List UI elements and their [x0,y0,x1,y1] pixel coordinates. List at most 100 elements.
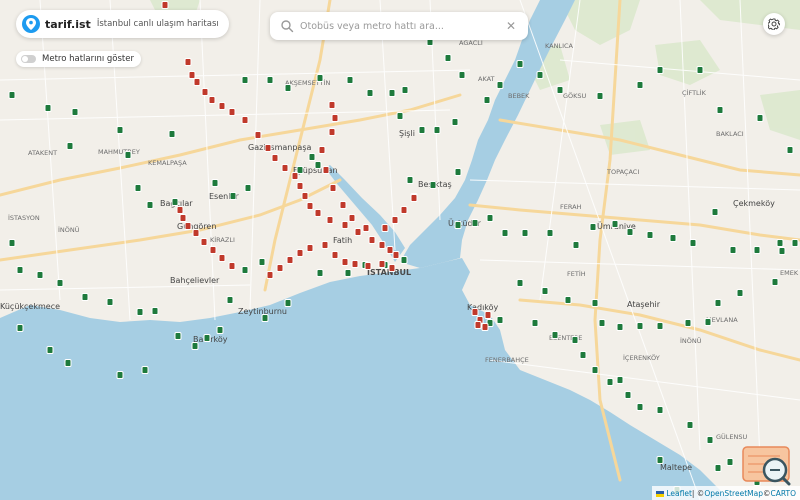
bus-icon[interactable] [244,184,252,192]
bus-icon[interactable] [776,239,784,247]
bus-icon[interactable] [174,332,182,340]
bus-icon[interactable] [191,342,199,350]
bus-icon[interactable] [716,106,724,114]
brand-name[interactable]: tarif.ist [45,18,91,31]
bus-icon[interactable] [771,278,779,286]
bus-icon[interactable] [146,201,154,209]
bus-icon[interactable] [541,287,549,295]
tram-icon[interactable] [368,236,376,244]
bus-icon[interactable] [458,71,466,79]
tram-icon[interactable] [388,264,396,272]
bus-icon[interactable] [266,76,274,84]
bus-icon[interactable] [636,322,644,330]
tram-icon[interactable] [296,182,304,190]
bus-icon[interactable] [572,241,580,249]
bus-icon[interactable] [226,296,234,304]
tram-icon[interactable] [228,108,236,116]
tram-icon[interactable] [192,229,200,237]
tram-icon[interactable] [271,154,279,162]
bus-icon[interactable] [753,246,761,254]
bus-icon[interactable] [791,239,799,247]
tram-icon[interactable] [228,262,236,270]
bus-icon[interactable] [786,146,794,154]
leaflet-link[interactable]: Leaflet [666,489,692,498]
tram-icon[interactable] [364,262,372,270]
bus-icon[interactable] [656,406,664,414]
tram-icon[interactable] [474,321,482,329]
bus-icon[interactable] [656,322,664,330]
bus-icon[interactable] [571,336,579,344]
bus-icon[interactable] [454,221,462,229]
bus-icon[interactable] [151,307,159,315]
metro-toggle-switch[interactable] [21,55,36,63]
tram-icon[interactable] [200,238,208,246]
bus-icon[interactable] [646,231,654,239]
bus-icon[interactable] [284,84,292,92]
tram-icon[interactable] [362,224,370,232]
bus-icon[interactable] [589,223,597,231]
tram-icon[interactable] [276,264,284,272]
bus-icon[interactable] [656,66,664,74]
bus-icon[interactable] [736,289,744,297]
bus-icon[interactable] [686,421,694,429]
bus-icon[interactable] [756,114,764,122]
bus-icon[interactable] [531,319,539,327]
tram-icon[interactable] [306,202,314,210]
bus-icon[interactable] [521,229,529,237]
bus-icon[interactable] [8,239,16,247]
bus-icon[interactable] [429,181,437,189]
bus-icon[interactable] [136,308,144,316]
bus-icon[interactable] [308,153,316,161]
bus-icon[interactable] [81,293,89,301]
bus-icon[interactable] [171,198,179,206]
bus-icon[interactable] [656,456,664,464]
bus-icon[interactable] [704,318,712,326]
bus-icon[interactable] [546,229,554,237]
bus-icon[interactable] [669,234,677,242]
tram-icon[interactable] [184,222,192,230]
close-icon[interactable]: ✕ [504,19,518,33]
tram-icon[interactable] [351,260,359,268]
tram-icon[interactable] [201,88,209,96]
bus-icon[interactable] [551,331,559,339]
bus-icon[interactable] [216,326,224,334]
tram-icon[interactable] [392,251,400,259]
zoom-magnifier-icon[interactable] [742,446,792,486]
tram-icon[interactable] [314,209,322,217]
bus-icon[interactable] [471,219,479,227]
tram-icon[interactable] [341,258,349,266]
bus-icon[interactable] [418,126,426,134]
tram-icon[interactable] [218,102,226,110]
tram-icon[interactable] [348,214,356,222]
tram-icon[interactable] [328,128,336,136]
bus-icon[interactable] [501,229,509,237]
bus-icon[interactable] [636,81,644,89]
bus-icon[interactable] [16,266,24,274]
bus-icon[interactable] [626,228,634,236]
bus-icon[interactable] [124,151,132,159]
bus-icon[interactable] [606,378,614,386]
bus-icon[interactable] [314,161,322,169]
bus-icon[interactable] [203,334,211,342]
tram-icon[interactable] [329,184,337,192]
tram-icon[interactable] [241,116,249,124]
bus-icon[interactable] [726,458,734,466]
bus-icon[interactable] [564,296,572,304]
tram-icon[interactable] [378,241,386,249]
bus-icon[interactable] [433,126,441,134]
bus-icon[interactable] [624,391,632,399]
tram-icon[interactable] [176,206,184,214]
bus-icon[interactable] [636,403,644,411]
bus-icon[interactable] [591,299,599,307]
bus-icon[interactable] [241,76,249,84]
bus-icon[interactable] [729,246,737,254]
bus-icon[interactable] [454,168,462,176]
bus-icon[interactable] [616,323,624,331]
carto-link[interactable]: CARTO [770,489,796,498]
tram-icon[interactable] [286,256,294,264]
bus-icon[interactable] [229,192,237,200]
tram-icon[interactable] [184,58,192,66]
tram-icon[interactable] [400,206,408,214]
bus-icon[interactable] [536,71,544,79]
bus-icon[interactable] [444,54,452,62]
